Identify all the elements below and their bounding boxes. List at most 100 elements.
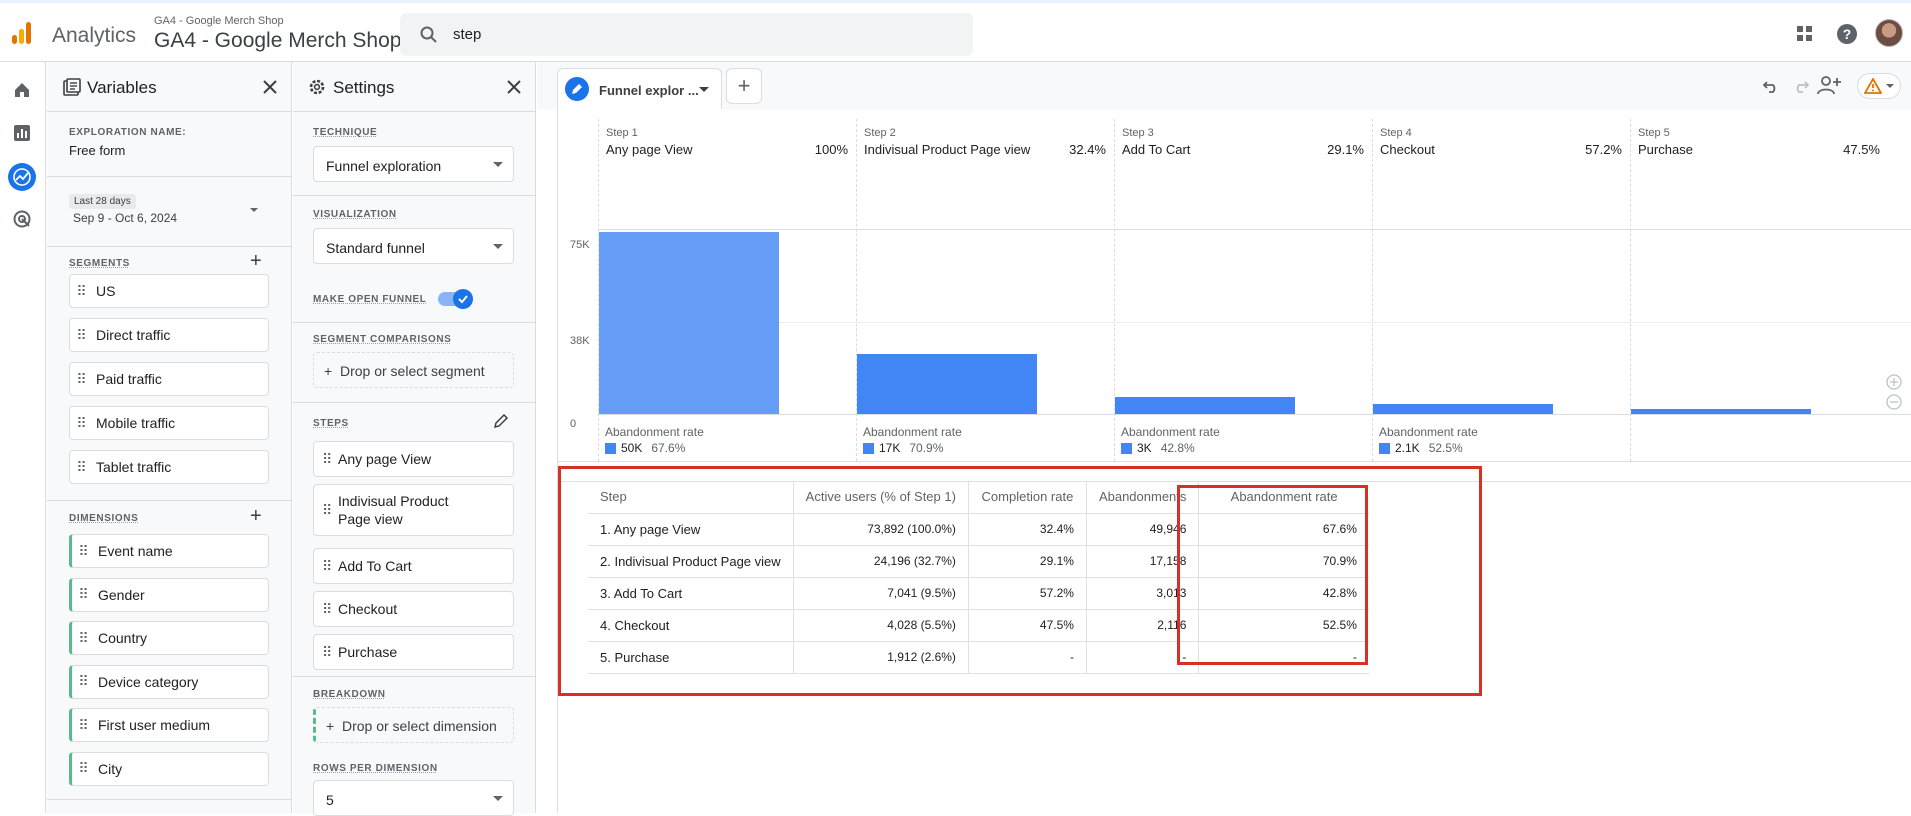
chevron-down-icon[interactable]: [699, 87, 709, 92]
chevron-down-icon: [250, 208, 258, 212]
open-funnel-toggle[interactable]: [438, 289, 473, 309]
drag-handle-icon[interactable]: ⠿: [72, 717, 94, 734]
drag-handle-icon[interactable]: ⠿: [70, 327, 92, 344]
analytics-logo-icon[interactable]: [10, 21, 34, 45]
drag-handle-icon[interactable]: ⠿: [322, 451, 332, 468]
advertising-icon[interactable]: [9, 206, 35, 232]
close-icon[interactable]: [506, 79, 522, 95]
step-number: Step 4: [1380, 127, 1412, 139]
drag-handle-icon[interactable]: ⠿: [72, 586, 94, 603]
zoom-out-icon[interactable]: [1886, 394, 1902, 410]
apps-grid-icon[interactable]: [1795, 24, 1815, 44]
abandonment-rate: 52.5%: [1428, 441, 1463, 455]
undo-icon[interactable]: [1762, 76, 1780, 94]
step-chip[interactable]: ⠿ Add To Cart: [313, 548, 514, 584]
explore-icon[interactable]: [8, 163, 36, 191]
reports-icon[interactable]: [9, 120, 35, 146]
drag-handle-icon[interactable]: ⠿: [322, 502, 332, 519]
step-chip[interactable]: ⠿ Any page View: [313, 441, 514, 477]
drag-handle-icon[interactable]: ⠿: [72, 543, 94, 560]
steps-label: STEPS: [313, 418, 349, 429]
dimension-chip[interactable]: ⠿ Event name: [69, 534, 269, 568]
visualization-value: Standard funnel: [326, 240, 425, 256]
share-add-user-icon[interactable]: [1817, 74, 1841, 96]
rows-per-dimension-label: ROWS PER DIMENSION: [313, 763, 438, 774]
segment-chip[interactable]: ⠿ US: [69, 274, 269, 308]
redo-icon[interactable]: [1792, 76, 1810, 94]
settings-header: Settings: [293, 62, 535, 112]
step-chip[interactable]: ⠿ Purchase: [313, 634, 514, 670]
drag-handle-icon[interactable]: ⠿: [322, 558, 332, 575]
abandonment-rate-highlight-box: [1177, 485, 1368, 665]
dimension-dropzone[interactable]: + Drop or select dimension: [313, 707, 514, 743]
funnel-bar[interactable]: [1115, 396, 1295, 414]
technique-select[interactable]: Funnel exploration: [313, 146, 514, 182]
drag-handle-icon[interactable]: ⠿: [70, 415, 92, 432]
date-range-picker[interactable]: Last 28 days Sep 9 - Oct 6, 2024: [69, 190, 269, 234]
drag-handle-icon[interactable]: ⠿: [72, 673, 94, 690]
search-box[interactable]: step: [400, 13, 973, 56]
drag-handle-icon[interactable]: ⠿: [70, 459, 92, 476]
segment-chip[interactable]: ⠿ Direct traffic: [69, 318, 269, 352]
abandonment-rate: 70.9%: [909, 441, 944, 455]
abandonment-count: 3K: [1137, 441, 1152, 455]
avatar[interactable]: [1875, 19, 1903, 47]
exploration-name-field[interactable]: Free form: [69, 143, 125, 158]
drag-handle-icon[interactable]: ⠿: [70, 371, 92, 388]
abandonment-value[interactable]: 2.1K 52.5%: [1379, 441, 1463, 455]
property-name[interactable]: GA4 - Google Merch Shop: [154, 29, 401, 53]
dimension-chip[interactable]: ⠿ Device category: [69, 664, 269, 699]
step-percent: 29.1%: [1327, 142, 1364, 157]
rows-per-dimension-select[interactable]: 5: [313, 780, 514, 816]
step-chip[interactable]: ⠿ Indivisual Product Page view: [313, 484, 514, 536]
technique-value: Funnel exploration: [326, 158, 442, 174]
segment-dropzone[interactable]: + Drop or select segment: [313, 352, 514, 388]
dimension-chip[interactable]: ⠿ Gender: [69, 577, 269, 612]
add-dimension-icon[interactable]: +: [250, 505, 262, 528]
abandonment-label: Abandonment rate: [605, 425, 704, 439]
add-tab-button[interactable]: +: [726, 68, 762, 104]
dimension-chip[interactable]: ⠿ First user medium: [69, 708, 269, 742]
account-path[interactable]: GA4 - Google Merch Shop: [154, 15, 284, 27]
funnel-bar[interactable]: [857, 354, 1037, 414]
drag-handle-icon[interactable]: ⠿: [322, 644, 332, 661]
zoom-in-icon[interactable]: [1886, 374, 1902, 390]
abandonment-label: Abandonment rate: [1379, 425, 1478, 439]
chevron-down-icon: [1886, 84, 1894, 88]
open-funnel-label: MAKE OPEN FUNNEL: [313, 294, 427, 305]
funnel-bar[interactable]: [1373, 404, 1553, 414]
dropdown-caret-icon: [493, 244, 503, 249]
step-label: Indivisual Product Page view: [338, 493, 449, 527]
segment-chip[interactable]: ⠿ Paid traffic: [69, 362, 269, 396]
close-icon[interactable]: [262, 79, 278, 95]
visualization-select[interactable]: Standard funnel: [313, 228, 514, 264]
top-app-bar: Analytics GA4 - Google Merch Shop GA4 - …: [0, 0, 1911, 62]
dimension-chip[interactable]: ⠿ Country: [69, 621, 269, 655]
step-label: Add To Cart: [338, 558, 412, 574]
step-number: Step 5: [1638, 127, 1670, 139]
legend-swatch: [1379, 442, 1390, 454]
drag-handle-icon[interactable]: ⠿: [72, 760, 94, 777]
edit-pencil-icon[interactable]: [493, 413, 509, 429]
drag-handle-icon[interactable]: ⠿: [322, 601, 332, 618]
funnel-bar[interactable]: [599, 231, 779, 414]
tab-funnel-exploration[interactable]: Funnel explor ...: [557, 68, 722, 109]
step-chip[interactable]: ⠿ Checkout: [313, 591, 514, 627]
funnel-bar[interactable]: [1631, 409, 1811, 414]
search-input[interactable]: step: [453, 26, 481, 43]
search-icon: [420, 26, 437, 43]
drag-handle-icon[interactable]: ⠿: [72, 630, 94, 647]
segment-chip[interactable]: ⠿ Mobile traffic: [69, 406, 269, 440]
dimension-chip[interactable]: ⠿ City: [69, 751, 269, 786]
variables-panel: Variables EXPLORATION NAME: Free form La…: [47, 62, 292, 813]
warning-menu-button[interactable]: [1857, 73, 1901, 99]
drag-handle-icon[interactable]: ⠿: [70, 283, 92, 300]
home-icon[interactable]: [9, 77, 35, 103]
abandonment-value[interactable]: 17K 70.9%: [863, 441, 943, 455]
segment-chip[interactable]: ⠿ Tablet traffic: [69, 450, 269, 484]
add-segment-icon[interactable]: +: [250, 250, 262, 273]
help-icon[interactable]: ?: [1836, 23, 1858, 45]
abandonment-value[interactable]: 3K 42.8%: [1121, 441, 1195, 455]
step-name: Checkout: [1380, 142, 1435, 157]
abandonment-value[interactable]: 50K 67.6%: [605, 441, 685, 455]
